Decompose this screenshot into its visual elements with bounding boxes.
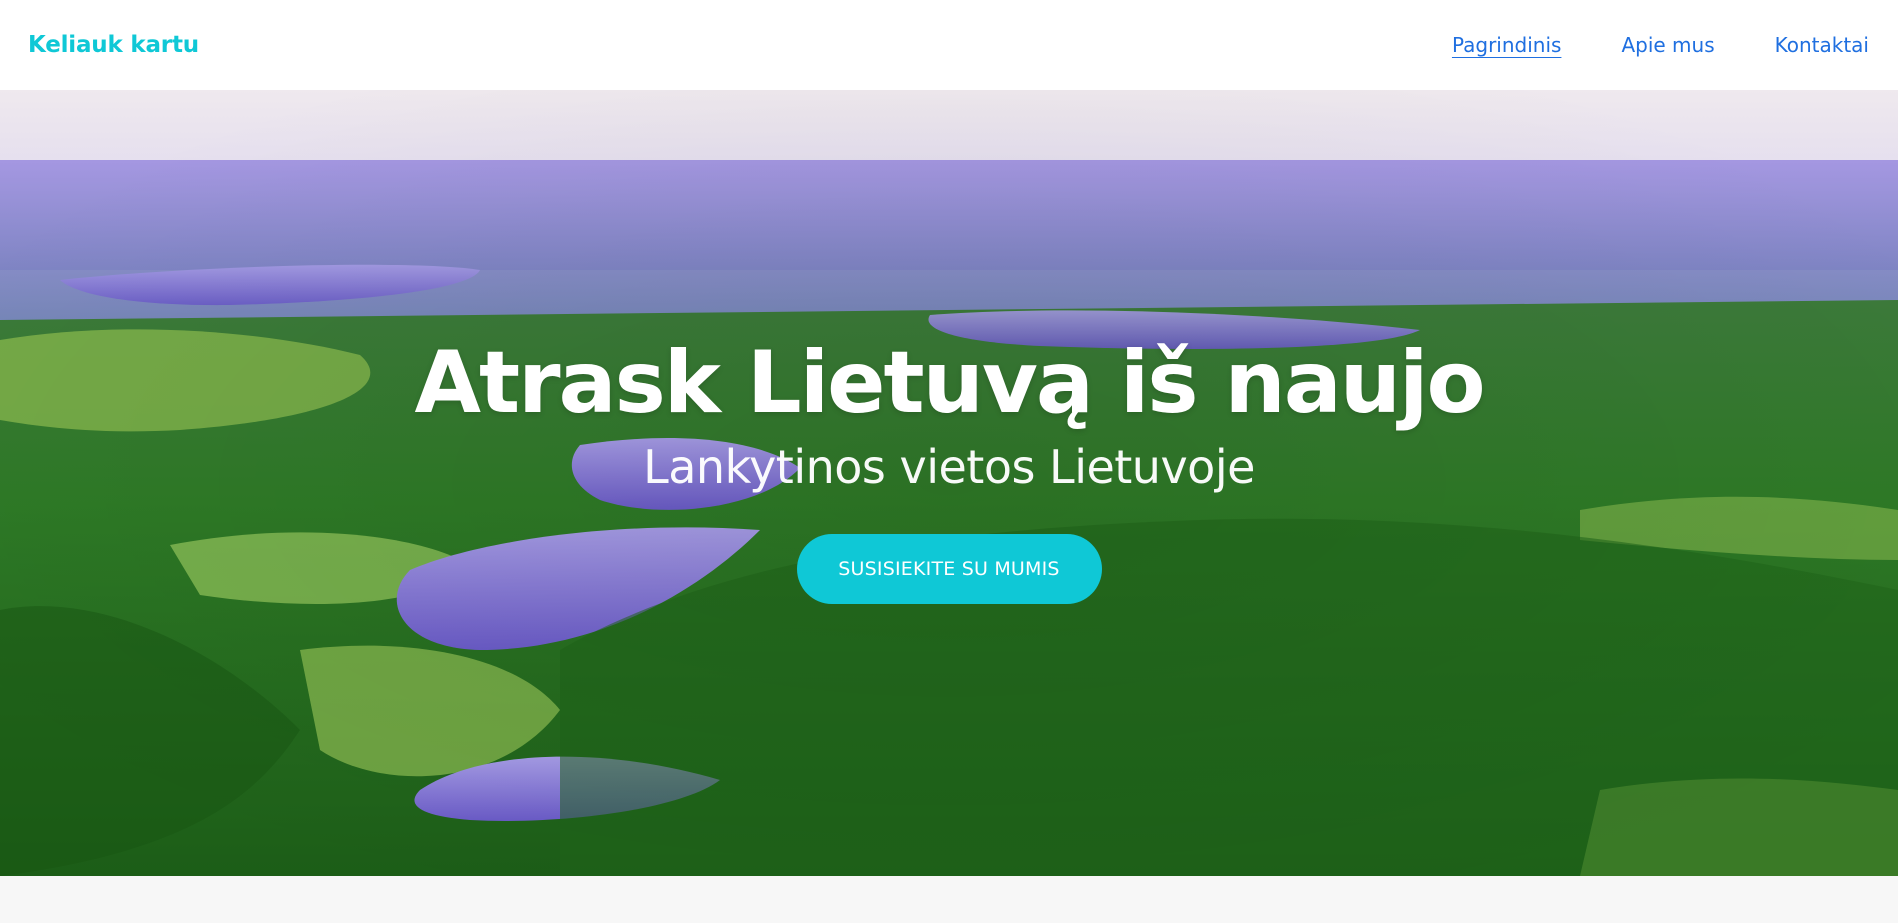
contact-us-button[interactable]: SUSISIEKITE SU MUMIS [796,534,1102,604]
hero-section: Atrask Lietuvą iš naujo Lankytinos vieto… [0,90,1898,876]
nav-link-pagrindinis[interactable]: Pagrindinis [1452,33,1561,57]
hero-title: Atrask Lietuvą iš naujo [414,333,1485,433]
top-navbar: Keliauk kartu Pagrindinis Apie mus Konta… [0,0,1898,90]
hero-subtitle: Lankytinos vietos Lietuvoje [643,440,1255,494]
main-nav: Pagrindinis Apie mus Kontaktai [1452,33,1869,57]
nav-link-kontaktai[interactable]: Kontaktai [1775,33,1869,57]
nav-link-apie-mus[interactable]: Apie mus [1621,33,1714,57]
page-bottom-strip [0,876,1898,923]
site-logo[interactable]: Keliauk kartu [28,32,199,58]
hero-content: Atrask Lietuvą iš naujo Lankytinos vieto… [0,90,1898,876]
